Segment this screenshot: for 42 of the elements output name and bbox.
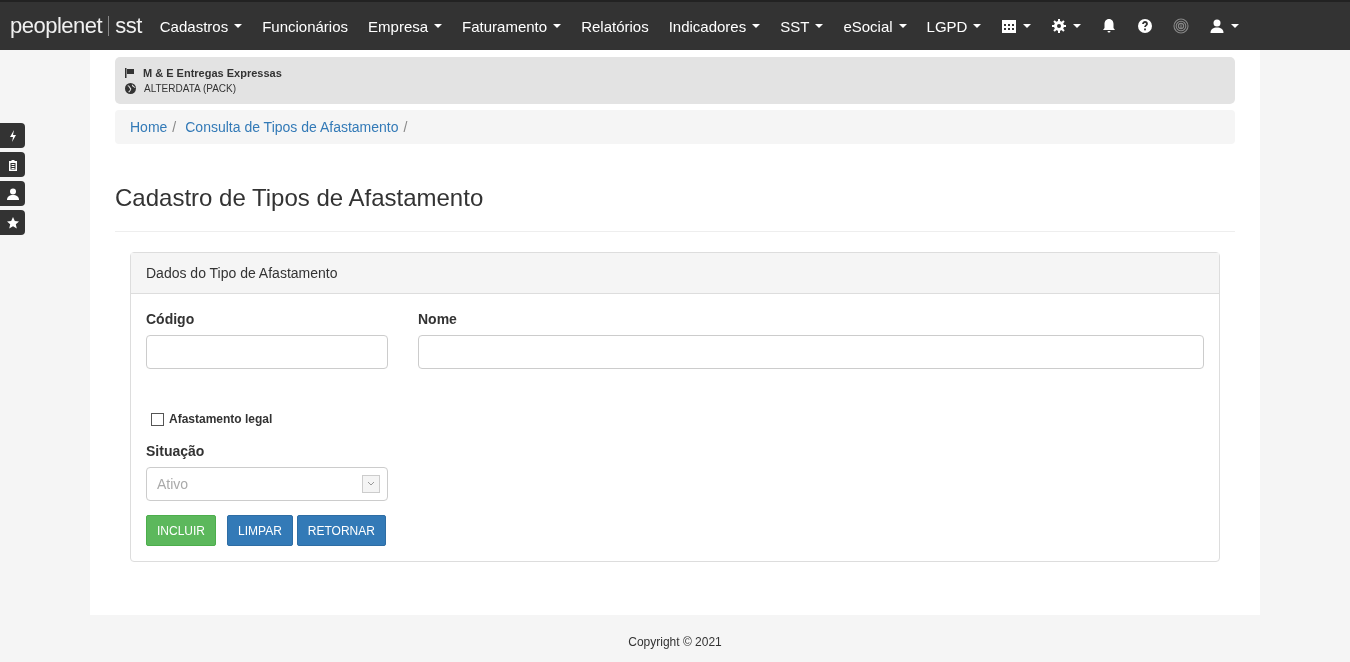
nav-menu-item[interactable]: Cadastros — [149, 2, 253, 50]
user-shortcut-button[interactable] — [0, 181, 25, 206]
help-icon — [1137, 18, 1154, 34]
panel-title: Dados do Tipo de Afastamento — [146, 265, 338, 281]
copyright-text: Copyright © 2021 — [627, 634, 723, 649]
page-title: Cadastro de Tipos de Afastamento — [115, 184, 485, 212]
select-value: Ativo — [157, 476, 189, 492]
nav-menu-item[interactable]: eSocial — [833, 2, 917, 50]
field-label: Situação — [146, 443, 206, 459]
nav-menu-item[interactable]: Indicadores — [658, 2, 771, 50]
nav-menu-item[interactable]: LGPD — [916, 2, 992, 50]
form-button[interactable]: LIMPAR — [227, 515, 293, 546]
database-name: ALTERDATA (PACK) — [144, 83, 237, 94]
nav-menu-item[interactable]: Funcionários — [252, 2, 359, 50]
star-shortcut-button[interactable] — [0, 210, 25, 235]
calendar-icon — [1001, 18, 1018, 34]
field-label: Código — [146, 311, 196, 327]
nav-menu-item[interactable]: Faturamento — [452, 2, 572, 50]
form-button[interactable]: RETORNAR — [296, 515, 386, 546]
checkbox-label: Afastamento legal — [169, 412, 273, 426]
nav-menu-item[interactable]: SST — [770, 2, 834, 50]
user-icon — [6, 187, 19, 200]
star-icon — [6, 216, 19, 229]
settings-icon — [1051, 18, 1068, 34]
breadcrumb-link[interactable]: Home — [130, 119, 168, 135]
text-input-field[interactable] — [146, 335, 388, 369]
flag-icon — [125, 68, 135, 78]
nav-menu-item[interactable]: Empresa — [358, 2, 453, 50]
field-label: Nome — [418, 311, 458, 327]
clipboard-icon — [6, 158, 19, 171]
bell-icon — [1101, 18, 1118, 34]
breadcrumb-separator: / — [403, 119, 408, 135]
user-icon — [1209, 18, 1226, 34]
text-input-field[interactable] — [418, 335, 1204, 369]
company-name: M & E Entregas Expressas — [143, 67, 282, 79]
logo[interactable]: peoplenet sst — [10, 13, 142, 39]
breadcrumb-link[interactable]: Consulta de Tipos de Afastamento — [185, 119, 399, 135]
clipboard-shortcut-button[interactable] — [0, 152, 25, 177]
checkbox[interactable] — [151, 412, 164, 426]
breadcrumb-separator: / — [172, 119, 177, 135]
bolt-shortcut-button[interactable] — [0, 123, 25, 148]
nav-menu-item[interactable]: Relatórios — [571, 2, 659, 50]
